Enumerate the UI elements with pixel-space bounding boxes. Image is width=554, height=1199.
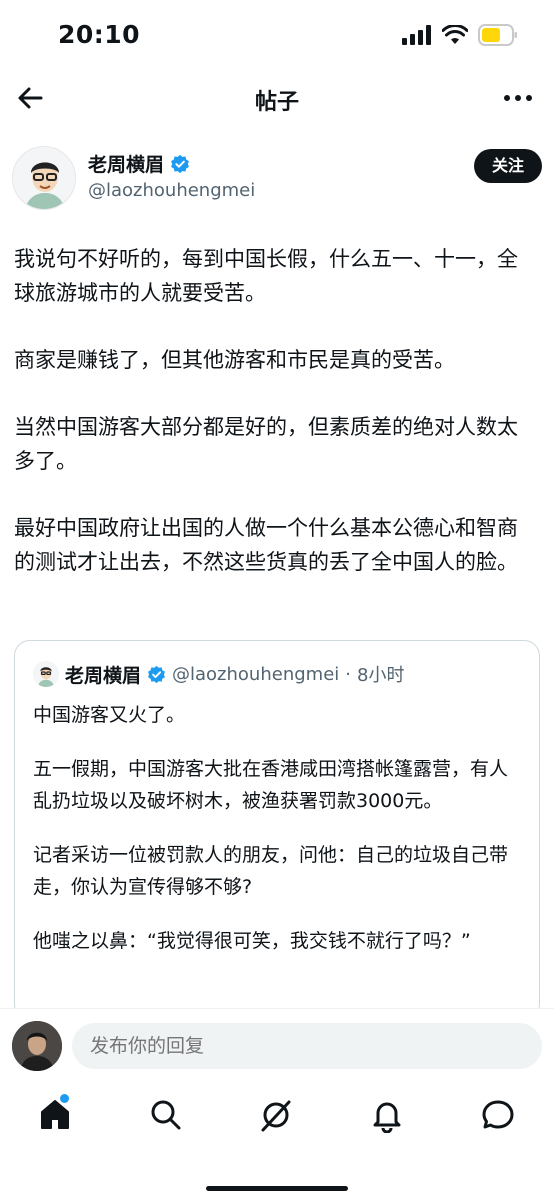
quoted-author-handle: @laozhouhengmei (172, 663, 340, 685)
search-icon[interactable] (148, 1097, 184, 1133)
reply-bar (0, 1008, 554, 1083)
bell-icon[interactable] (369, 1097, 405, 1133)
post-paragraph: 最好中国政府让出国的人做一个什么基本公德心和智商的测试才让出去，不然这些货真的丢… (14, 516, 518, 574)
status-time: 20:10 (58, 20, 141, 49)
messages-icon[interactable] (480, 1097, 516, 1133)
author-handle[interactable]: @laozhouhengmei (88, 180, 255, 201)
avatar-cartoon (33, 661, 59, 687)
home-indicator (206, 1186, 348, 1191)
wifi-icon (442, 25, 468, 44)
post-paragraph: 我说句不好听的，每到中国长假，什么五一、十一，全球旅游城市的人就要受苦。 (14, 247, 518, 305)
verified-badge-icon (148, 665, 165, 683)
reply-input[interactable] (72, 1023, 542, 1069)
author-name-row[interactable]: 老周横眉 (88, 150, 190, 177)
author-avatar[interactable] (12, 146, 76, 210)
status-bar: 20:10 (0, 0, 554, 70)
quoted-author-name: 老周横眉 (65, 664, 142, 687)
top-nav: 帖子 (0, 70, 554, 126)
quoted-paragraph: 他嗤之以鼻：“我觉得很可笑，我交钱不就行了吗？” (33, 930, 471, 952)
my-avatar[interactable] (12, 1021, 62, 1071)
more-icon[interactable] (502, 84, 534, 112)
bottom-tab-bar (0, 1083, 554, 1153)
post-author: 老周横眉 @laozhouhengmei 关注 (12, 146, 542, 212)
follow-button[interactable]: 关注 (473, 149, 542, 183)
quoted-post[interactable]: 老周横眉 @laozhouhengmei · 8小时 中国游客又火了。 五一假期… (14, 640, 540, 1020)
quoted-post-header: 老周横眉 @laozhouhengmei · 8小时 (33, 659, 529, 689)
page-title: 帖子 (254, 90, 299, 115)
status-icons (402, 24, 518, 46)
avatar-cartoon (13, 147, 75, 209)
post-paragraph: 当然中国游客大部分都是好的，但素质差的绝对人数太多了。 (14, 415, 518, 473)
battery-icon (478, 24, 517, 46)
avatar-photo (12, 1021, 62, 1071)
grok-icon[interactable] (258, 1097, 294, 1133)
author-name[interactable]: 老周横眉 (88, 150, 164, 177)
quoted-paragraph: 中国游客又火了。 (33, 704, 186, 726)
signal-icon (402, 25, 431, 45)
notification-dot (60, 1094, 69, 1103)
quoted-paragraph: 记者采访一位被罚款人的朋友，问他：自己的垃圾自己带走，你认为宣传得够不够? (33, 844, 509, 898)
verified-badge-icon (171, 154, 189, 173)
quoted-paragraph: 五一假期，中国游客大批在香港咸田湾搭帐篷露营，有人乱扔垃圾以及破坏树木，被渔获署… (33, 758, 509, 812)
quoted-avatar (33, 661, 59, 687)
quoted-timestamp: 8小时 (357, 665, 405, 686)
post-text: 我说句不好听的，每到中国长假，什么五一、十一，全球旅游城市的人就要受苦。 商家是… (14, 242, 538, 612)
post-paragraph: 商家是赚钱了，但其他游客和市民是真的受苦。 (14, 348, 455, 372)
quoted-separator: · (345, 663, 351, 685)
quoted-post-text: 中国游客又火了。 五一假期，中国游客大批在香港咸田湾搭帐篷露营，有人乱扔垃圾以及… (33, 699, 525, 979)
home-icon[interactable] (37, 1097, 73, 1133)
